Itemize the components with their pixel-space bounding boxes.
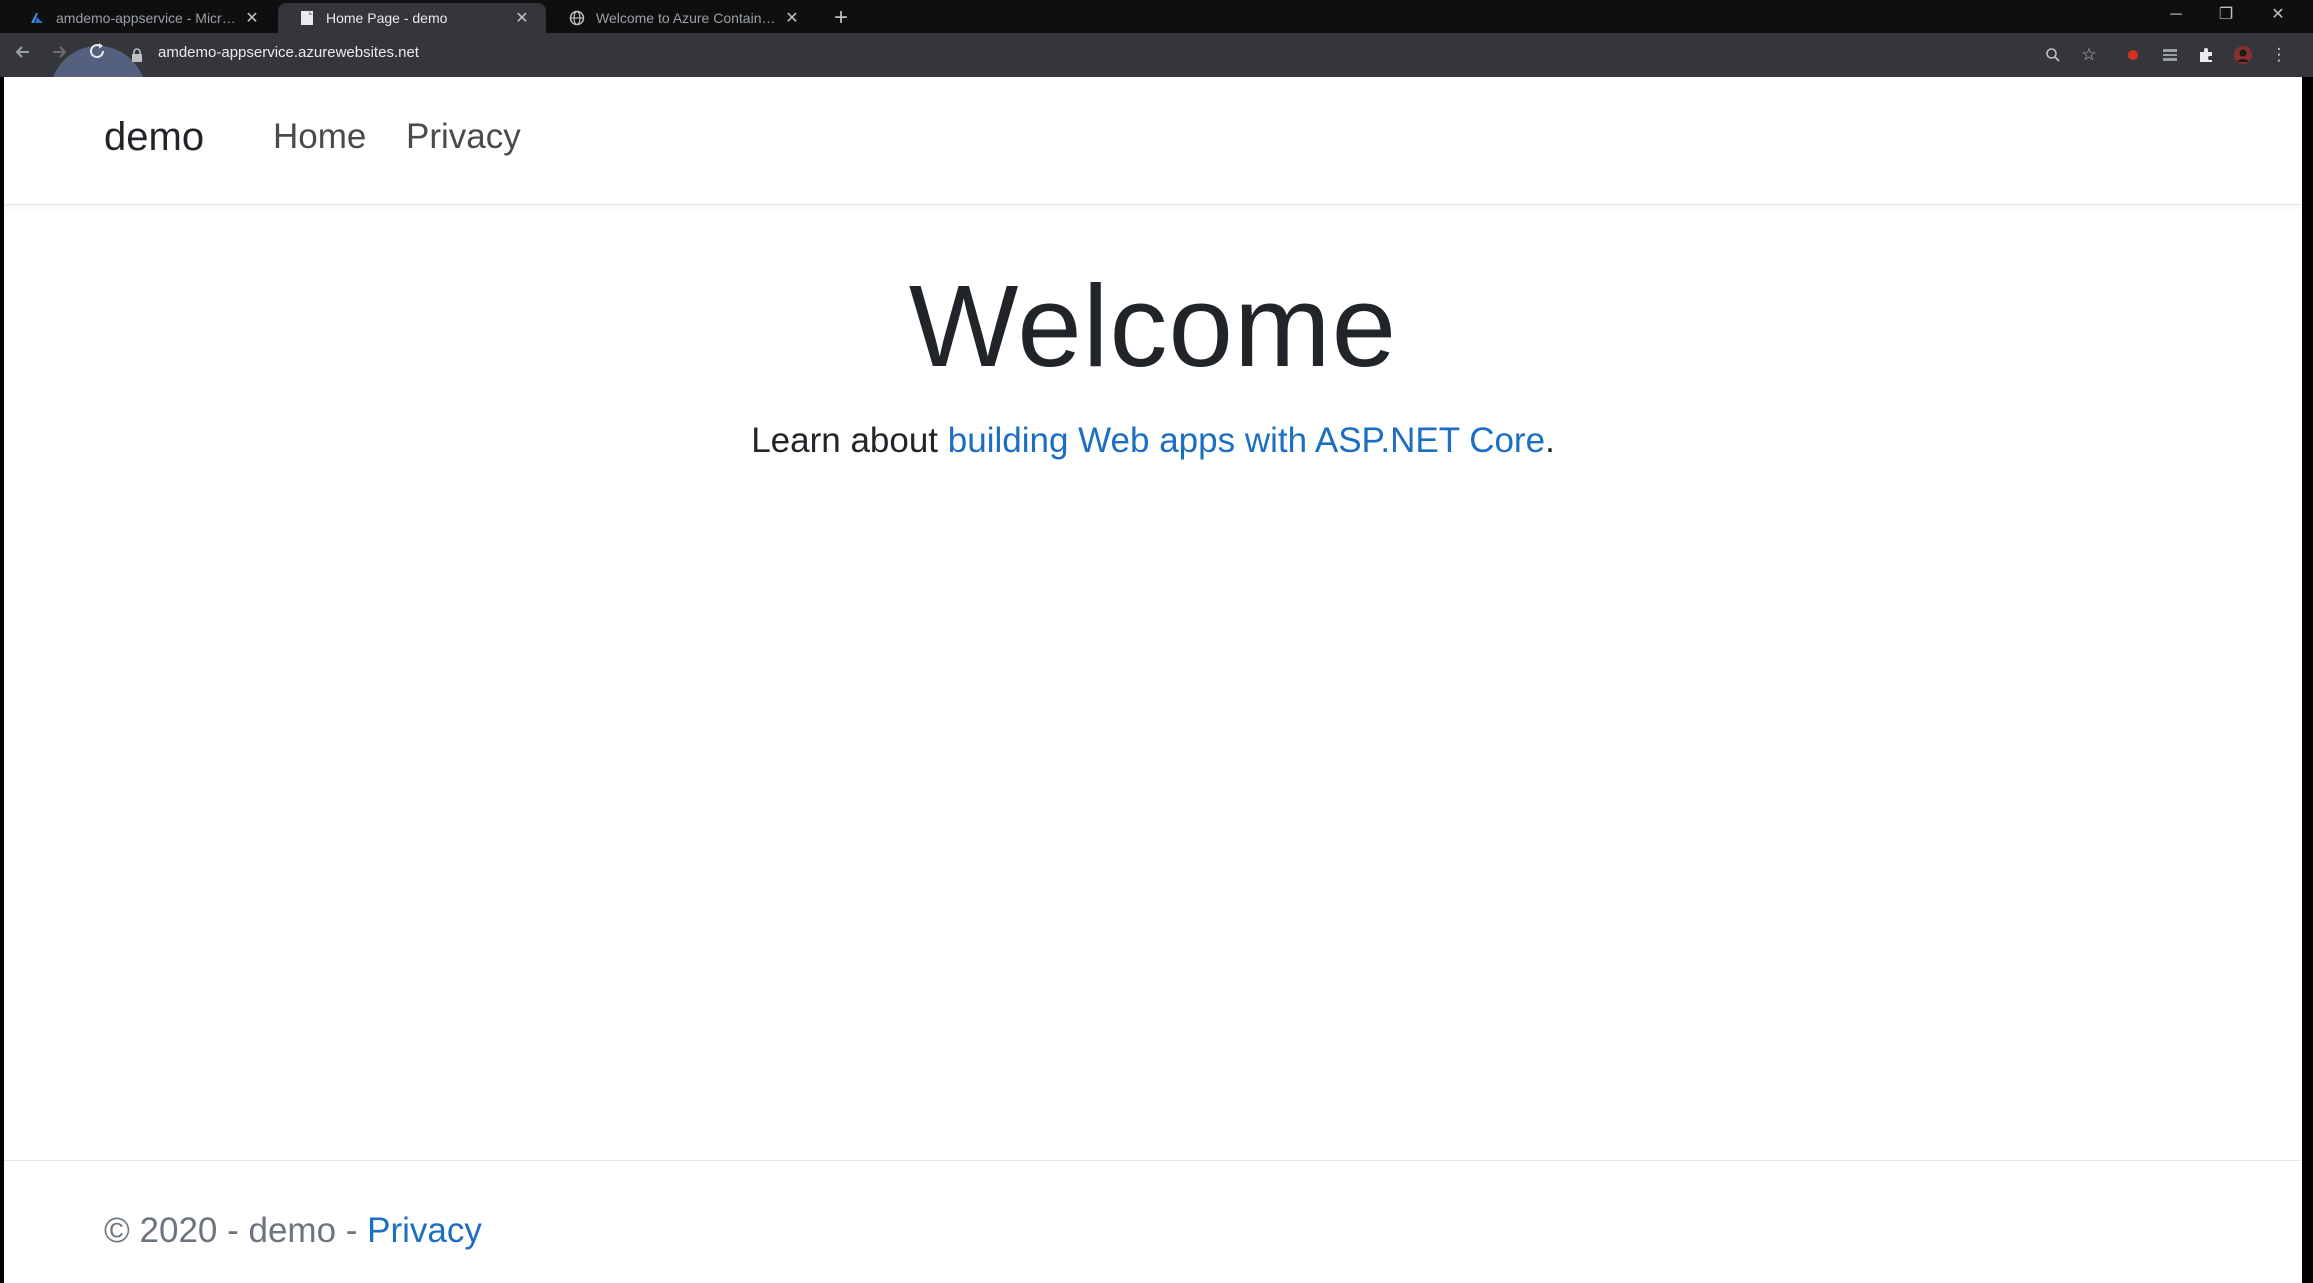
tab-sync-icon[interactable] — [2157, 42, 2183, 68]
close-icon[interactable]: ✕ — [512, 8, 532, 28]
menu-kebab-icon[interactable]: ⋮ — [2266, 42, 2292, 68]
close-icon[interactable]: ✕ — [242, 8, 262, 28]
browser-toolbar: amdemo-appservice.azurewebsites.net ☆ ⋮ — [0, 33, 2313, 142]
extensions-puzzle-icon[interactable] — [2193, 42, 2219, 68]
reload-icon — [90, 43, 105, 59]
learn-prefix: Learn about — [751, 421, 948, 460]
tab-strip: amdemo-appservice - Microsoft ✕ Home Pag… — [0, 0, 2313, 33]
address-bar[interactable]: amdemo-appservice.azurewebsites.net — [158, 44, 419, 61]
footer-privacy-link[interactable]: Privacy — [367, 1211, 482, 1250]
bookmark-star-icon[interactable]: ☆ — [2076, 42, 2102, 68]
minimize-icon[interactable]: ─ — [2150, 0, 2202, 30]
back-arrow-icon — [15, 46, 29, 58]
profile-avatar-icon[interactable] — [2230, 42, 2256, 68]
globe-icon — [568, 9, 586, 27]
aspnet-docs-link[interactable]: building Web apps with ASP.NET Core — [948, 421, 1545, 460]
site-header: demo Home Privacy — [4, 77, 2302, 205]
tab-title: Welcome to Azure Container Ins — [596, 10, 782, 26]
nav-privacy-link[interactable]: Privacy — [406, 117, 521, 157]
tab-azure-portal[interactable]: amdemo-appservice - Microsoft ✕ — [8, 3, 276, 33]
window-close-icon[interactable]: ✕ — [2252, 0, 2304, 30]
brand-link[interactable]: demo — [104, 115, 204, 160]
site-footer: © 2020 - demo - Privacy — [4, 1160, 2302, 1283]
learn-paragraph: Learn about building Web apps with ASP.N… — [4, 421, 2302, 461]
lock-icon[interactable] — [130, 47, 146, 63]
extension-record-icon[interactable] — [2120, 42, 2146, 68]
footer-copyright: © 2020 - demo - — [104, 1211, 368, 1250]
restore-icon[interactable]: ❐ — [2200, 0, 2252, 30]
tab-azure-container[interactable]: Welcome to Azure Container Ins ✕ — [548, 3, 816, 33]
tab-title: Home Page - demo — [326, 10, 448, 26]
azure-icon — [28, 9, 46, 27]
nav-home-link[interactable]: Home — [273, 117, 366, 157]
learn-suffix: . — [1545, 421, 1555, 460]
page-icon — [298, 9, 316, 27]
tab-title: amdemo-appservice - Microsoft — [56, 10, 242, 26]
page-heading: Welcome — [908, 261, 1398, 391]
browser-chrome: amdemo-appservice - Microsoft ✕ Home Pag… — [0, 0, 2313, 142]
reload-button[interactable] — [82, 40, 112, 70]
tab-home-page[interactable]: Home Page - demo ✕ — [278, 3, 546, 33]
back-button[interactable] — [8, 40, 38, 70]
new-tab-button[interactable]: + — [826, 3, 856, 33]
close-icon[interactable]: ✕ — [782, 8, 802, 28]
zoom-icon[interactable] — [2040, 42, 2066, 68]
footer-text: © 2020 - demo - Privacy — [104, 1211, 482, 1251]
page-viewport: demo Home Privacy Welcome Learn about bu… — [4, 77, 2302, 1283]
